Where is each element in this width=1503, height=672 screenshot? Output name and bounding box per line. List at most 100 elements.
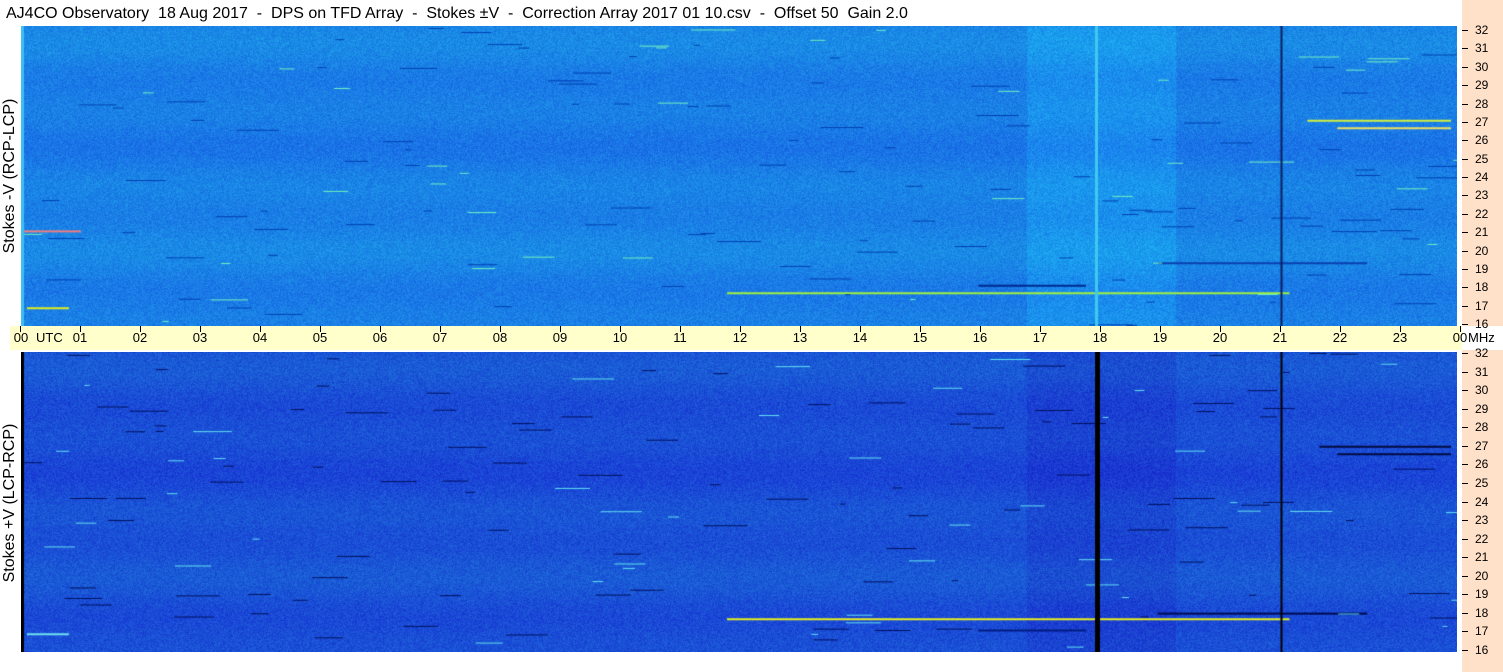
- mhz-label: MHz: [1468, 330, 1495, 345]
- time-tick-label: 07: [432, 330, 448, 345]
- freq-tick-label: 21: [1475, 225, 1489, 240]
- freq-tick-mark: [1462, 30, 1468, 31]
- freq-tick-mark: [1462, 232, 1468, 234]
- freq-tick-label: 31: [1475, 41, 1489, 56]
- freq-tick-mark: [1462, 140, 1468, 142]
- freq-tick-mark: [1462, 612, 1468, 614]
- time-tick-label: 05: [312, 330, 328, 345]
- freq-tick-mark: [1462, 158, 1468, 160]
- time-tick-label: 22: [1332, 330, 1348, 345]
- freq-tick-label: 28: [1475, 96, 1489, 111]
- freq-tick-label: 24: [1475, 170, 1489, 184]
- time-tick-label: 21: [1272, 330, 1288, 345]
- time-tick-label: 10: [612, 330, 628, 345]
- freq-tick-label: 22: [1475, 531, 1489, 546]
- freq-tick-label: 30: [1475, 383, 1489, 398]
- freq-tick-label: 27: [1475, 438, 1489, 453]
- time-tick-label: 15: [912, 330, 928, 345]
- freq-tick-mark: [1462, 520, 1468, 522]
- time-tick-label: 01: [72, 330, 88, 345]
- freq-tick-mark: [1462, 575, 1468, 577]
- freq-tick-mark: [1462, 177, 1468, 178]
- time-tick-label: 11: [673, 330, 687, 345]
- top-spectrogram: [21, 26, 1457, 326]
- freq-tick-label: 32: [1475, 346, 1489, 360]
- freq-tick-mark: [1462, 650, 1468, 651]
- freq-tick-label: 23: [1475, 188, 1489, 203]
- freq-tick-mark: [1462, 324, 1468, 325]
- freq-tick-mark: [1462, 121, 1468, 123]
- time-tick-label: 19: [1152, 330, 1168, 345]
- time-tick-label: 23: [1392, 330, 1408, 345]
- freq-tick-label: 26: [1475, 457, 1489, 472]
- freq-tick-label: 30: [1475, 59, 1489, 74]
- bottom-panel-ylabel: Stokes +V (LCP-RCP): [1, 423, 18, 583]
- freq-tick-label: 32: [1475, 23, 1489, 37]
- freq-tick-label: 29: [1475, 78, 1489, 93]
- freq-tick-label: 16: [1475, 317, 1489, 331]
- bottom-frequency-axis: 16 17 18 19 20 21 22 23 24 25 26 27 28 29 30 31 32: [1462, 346, 1503, 672]
- freq-tick-label: 24: [1475, 494, 1489, 509]
- time-tick-label: 04: [252, 330, 268, 345]
- page-title: AJ4CO Observatory 18 Aug 2017 - DPS on T…: [6, 5, 908, 22]
- freq-tick-mark: [1462, 501, 1468, 503]
- freq-tick-mark: [1462, 631, 1468, 633]
- freq-tick-label: 29: [1475, 401, 1489, 416]
- top-panel-ylabel: Stokes -V (RCP-LCP): [1, 98, 18, 254]
- utc-label: UTC: [36, 330, 63, 345]
- time-tick-label: 08: [492, 330, 508, 345]
- freq-tick-label: 26: [1475, 133, 1489, 148]
- time-tick-label: 06: [372, 330, 388, 345]
- freq-tick-mark: [1462, 427, 1468, 429]
- freq-tick-label: 25: [1475, 151, 1489, 166]
- time-tick-label: 00: [13, 330, 29, 345]
- time-tick-label: 02: [132, 330, 148, 345]
- freq-tick-mark: [1462, 103, 1468, 105]
- top-spectrogram-canvas: [21, 26, 1457, 326]
- freq-tick-mark: [1462, 48, 1468, 50]
- freq-tick-mark: [1462, 557, 1468, 559]
- freq-tick-label: 19: [1475, 587, 1489, 602]
- freq-tick-label: 17: [1475, 624, 1489, 639]
- freq-tick-mark: [1462, 353, 1468, 354]
- freq-tick-mark: [1462, 408, 1468, 410]
- freq-tick-mark: [1462, 538, 1468, 540]
- time-tick-label: 12: [732, 330, 748, 345]
- freq-tick-label: 27: [1475, 114, 1489, 129]
- freq-tick-label: 18: [1475, 605, 1489, 620]
- freq-tick-mark: [1462, 371, 1468, 373]
- freq-tick-label: 25: [1475, 475, 1489, 490]
- time-tick-label: 09: [552, 330, 568, 345]
- freq-tick-mark: [1462, 464, 1468, 466]
- freq-tick-mark: [1462, 250, 1468, 252]
- time-tick-label: 03: [192, 330, 208, 345]
- time-tick-label: 13: [792, 330, 808, 345]
- time-tick-label: 00: [1452, 330, 1468, 345]
- bottom-spectrogram: [21, 352, 1457, 652]
- freq-tick-mark: [1462, 195, 1468, 197]
- freq-tick-mark: [1462, 287, 1468, 289]
- freq-tick-mark: [1462, 85, 1468, 87]
- freq-tick-label: 21: [1475, 550, 1489, 565]
- time-tick-label: 18: [1092, 330, 1108, 345]
- freq-tick-label: 28: [1475, 420, 1489, 435]
- time-tick-label: 14: [852, 330, 868, 345]
- freq-tick-label: 20: [1475, 568, 1489, 583]
- time-tick-label: 17: [1032, 330, 1048, 345]
- bottom-spectrogram-canvas: [21, 352, 1457, 652]
- freq-tick-label: 16: [1475, 643, 1489, 657]
- time-tick-label: 20: [1212, 330, 1228, 345]
- freq-tick-mark: [1462, 594, 1468, 596]
- freq-tick-mark: [1462, 482, 1468, 484]
- freq-tick-mark: [1462, 66, 1468, 68]
- freq-tick-mark: [1462, 213, 1468, 215]
- freq-tick-label: 20: [1475, 243, 1489, 258]
- time-tick-label: 16: [972, 330, 988, 345]
- freq-tick-mark: [1462, 305, 1468, 307]
- freq-tick-mark: [1462, 268, 1468, 270]
- freq-tick-label: 23: [1475, 513, 1489, 528]
- freq-tick-label: 19: [1475, 261, 1489, 276]
- freq-tick-label: 31: [1475, 364, 1489, 379]
- freq-tick-label: 22: [1475, 206, 1489, 221]
- freq-tick-label: 18: [1475, 280, 1489, 295]
